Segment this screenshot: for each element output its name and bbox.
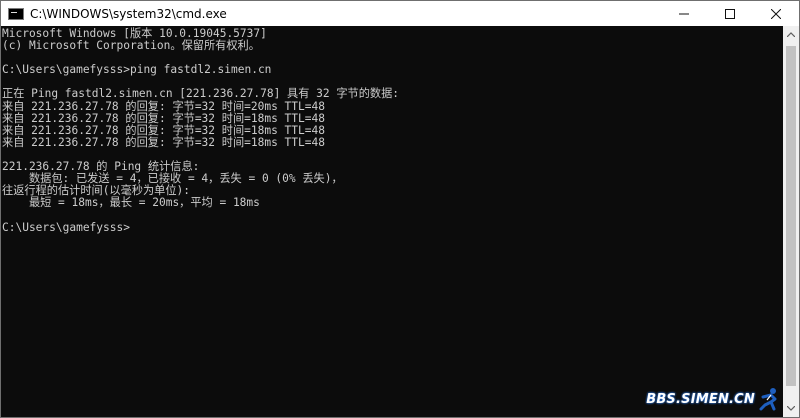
window-controls [661, 1, 799, 26]
scrollbar-thumb[interactable] [786, 46, 796, 386]
cmd-window: C:\WINDOWS\system32\cmd.exe Microsoft Wi… [0, 0, 800, 418]
close-button[interactable] [753, 1, 799, 26]
console-line: 最短 = 18ms，最长 = 20ms，平均 = 18ms [2, 196, 260, 210]
console-line: 来自 221.236.27.78 的回复: 字节=32 时间=18ms TTL=… [2, 123, 325, 137]
maximize-button[interactable] [707, 1, 753, 26]
chevron-down-icon [787, 406, 795, 411]
console-line: 来自 221.236.27.78 的回复: 字节=32 时间=20ms TTL=… [2, 99, 325, 113]
runner-logo-icon [759, 388, 777, 411]
console-line: 来自 221.236.27.78 的回复: 字节=32 时间=18ms TTL=… [2, 135, 325, 149]
window-title: C:\WINDOWS\system32\cmd.exe [30, 6, 227, 21]
console-line: 来自 221.236.27.78 的回复: 字节=32 时间=18ms TTL=… [2, 111, 325, 125]
watermark-text: BBS.SIMEN.CN [646, 391, 755, 407]
vertical-scrollbar[interactable] [783, 26, 799, 417]
maximize-icon [725, 8, 735, 19]
console-output[interactable]: Microsoft Windows [版本 10.0.19045.5737] (… [1, 26, 783, 417]
console-app-icon[interactable] [8, 7, 24, 20]
minimize-icon [679, 13, 689, 14]
watermark: BBS.SIMEN.CN [646, 387, 781, 411]
console-line: C:\Users\gamefysss>ping fastdl2.simen.cn [2, 63, 272, 77]
scroll-up-button[interactable] [783, 26, 799, 43]
console-line: 正在 Ping fastdl2.simen.cn [221.236.27.78]… [2, 87, 400, 101]
console-line: (c) Microsoft Corporation。保留所有权利。 [2, 39, 260, 53]
minimize-button[interactable] [661, 1, 707, 26]
close-icon [771, 8, 781, 19]
console-text: Microsoft Windows [版本 10.0.19045.5737] (… [1, 26, 783, 234]
console-line: C:\Users\gamefysss> [2, 220, 130, 234]
scroll-down-button[interactable] [783, 400, 799, 417]
chevron-up-icon [787, 32, 795, 37]
title-bar[interactable]: C:\WINDOWS\system32\cmd.exe [1, 1, 799, 26]
